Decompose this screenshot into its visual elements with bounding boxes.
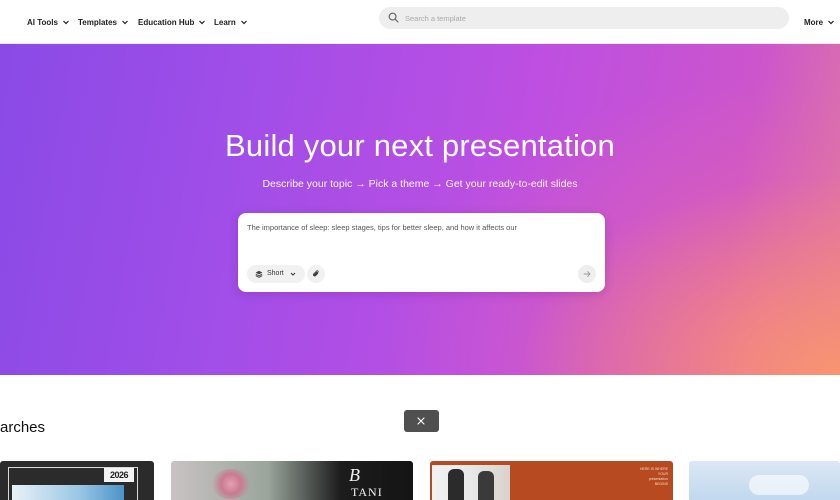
template-thumbnail[interactable]: HERE IS WHERE YOUR presentation BEGINS	[430, 461, 673, 500]
close-button[interactable]	[404, 410, 439, 432]
nav-item-label: AI Tools	[27, 17, 58, 27]
chevron-down-icon	[122, 20, 128, 25]
paperclip-icon	[312, 270, 319, 277]
arrow-right-icon	[583, 271, 591, 277]
hero-title: Build your next presentation	[225, 128, 615, 163]
nav-item-more[interactable]: More	[804, 12, 835, 32]
thumbnail-monogram: B	[349, 465, 360, 485]
nav-item-education-hub[interactable]: Education Hub	[138, 12, 206, 32]
chevron-down-icon	[63, 20, 69, 25]
search-icon	[388, 12, 399, 23]
nav-item-label: Education Hub	[138, 17, 195, 27]
close-icon	[417, 417, 425, 425]
template-thumbnail[interactable]	[689, 461, 840, 500]
template-thumbnail[interactable]: B TANI	[171, 461, 413, 500]
length-dropdown-label: Short	[267, 270, 284, 277]
thumbnail-photo	[12, 485, 124, 500]
nav-item-label: More	[804, 17, 824, 27]
chevron-down-icon	[828, 20, 835, 25]
thumbnail-figure	[478, 471, 494, 500]
nav-item-label: Learn	[214, 17, 236, 27]
thumbnail-tagline: HERE IS WHERE YOUR presentation BEGINS	[639, 467, 668, 486]
nav-item-label: Templates	[78, 17, 117, 27]
nav-item-learn[interactable]: Learn	[214, 12, 248, 32]
layers-icon	[255, 270, 263, 278]
attach-file-button[interactable]	[307, 265, 325, 283]
thumbnail-year: 2026	[104, 468, 134, 482]
thumbnail-cloud	[749, 475, 809, 495]
thumbnail-flower	[211, 469, 251, 499]
chevron-down-icon	[240, 20, 247, 25]
thumbnail-name: TANI	[351, 485, 383, 499]
nav-item-ai-tools[interactable]: AI Tools	[27, 12, 70, 32]
chevron-down-icon	[199, 20, 206, 25]
section-title: arches	[0, 419, 46, 436]
thumbnail-photo	[432, 465, 510, 500]
template-thumbnail[interactable]: 2026	[0, 461, 154, 500]
chevron-down-icon	[290, 272, 296, 276]
generate-button[interactable]	[578, 265, 596, 283]
search-input[interactable]	[405, 10, 775, 26]
hero-subtitle: Describe your topic → Pick a theme → Get…	[262, 178, 578, 190]
top-navigation: AI Tools Templates Education Hub Learn M…	[0, 0, 840, 44]
template-search	[379, 7, 789, 29]
length-dropdown[interactable]: Short	[247, 265, 305, 283]
topic-prompt-input[interactable]: The importance of sleep: sleep stages, t…	[247, 222, 587, 252]
prompt-card: The importance of sleep: sleep stages, t…	[238, 213, 605, 292]
thumbnail-figure	[448, 469, 464, 500]
nav-item-templates[interactable]: Templates	[78, 12, 129, 32]
hero-banner: Build your next presentation Describe yo…	[0, 44, 840, 375]
